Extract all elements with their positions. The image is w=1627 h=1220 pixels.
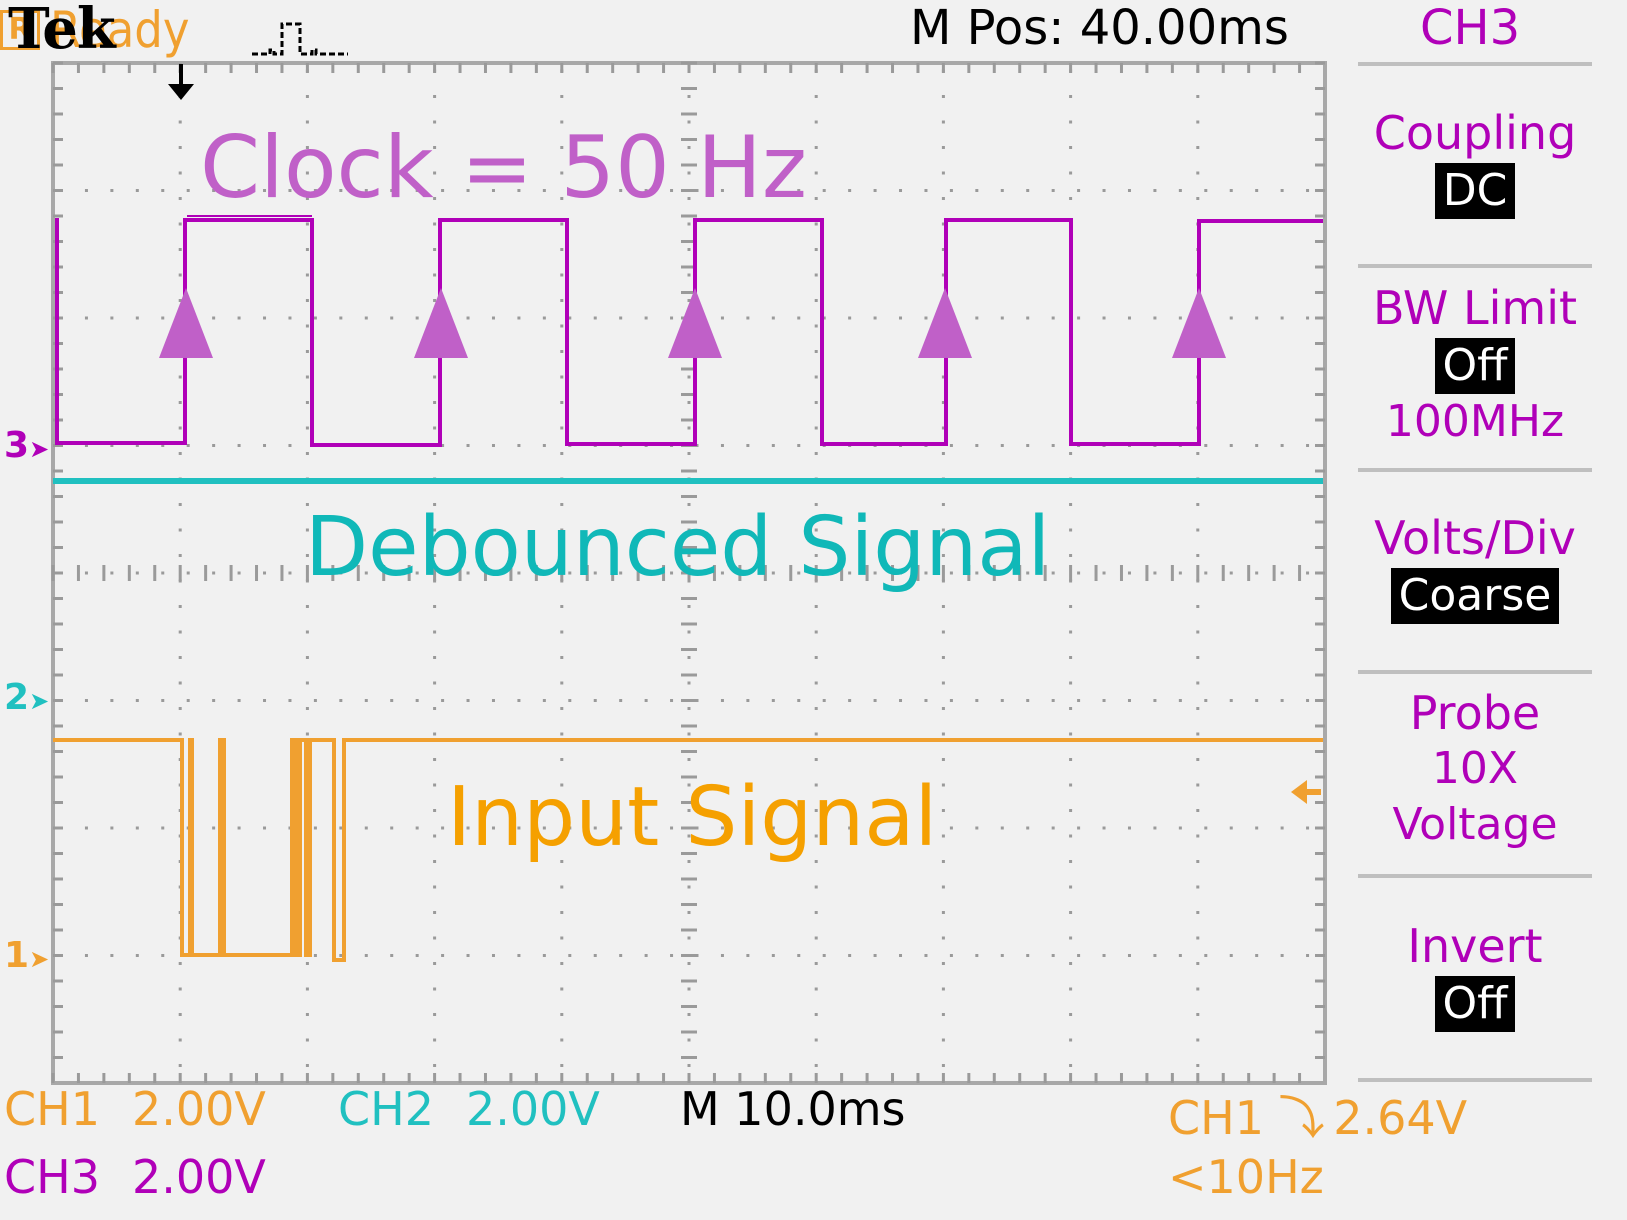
rising-edge-arrow-4 bbox=[918, 288, 972, 358]
menu-separator bbox=[1358, 62, 1592, 66]
menu-title: CH3 bbox=[1420, 0, 1521, 56]
ch3-scale: 2.00V bbox=[131, 1150, 266, 1204]
ch2-readout: CH2 2.00V bbox=[338, 1082, 600, 1136]
menu-invert[interactable]: Invert Off bbox=[1355, 918, 1595, 1032]
volts-div-label: Volts/Div bbox=[1374, 511, 1576, 565]
trigger-frequency: <10Hz bbox=[1168, 1150, 1324, 1204]
menu-probe[interactable]: Probe 10X Voltage bbox=[1355, 685, 1595, 853]
menu-volts-div[interactable]: Volts/Div Coarse bbox=[1355, 510, 1595, 624]
menu-coupling[interactable]: Coupling DC bbox=[1355, 105, 1595, 219]
clock-annotation: Clock = 50 Hz bbox=[200, 118, 807, 218]
ch2-label: CH2 bbox=[338, 1082, 434, 1136]
ch3-readout: CH3 2.00V bbox=[4, 1150, 266, 1204]
trigger-position-arrow bbox=[168, 64, 194, 100]
ch3-ground-marker: 3➤ bbox=[4, 425, 50, 466]
probe-label: Probe bbox=[1409, 686, 1541, 740]
rising-edge-arrow-5 bbox=[1172, 288, 1226, 358]
volts-div-value: Coarse bbox=[1390, 568, 1560, 624]
coupling-value: DC bbox=[1434, 163, 1516, 219]
ch1-ground-marker: 1➤ bbox=[4, 935, 50, 976]
ch1-scale: 2.00V bbox=[131, 1082, 266, 1136]
trigger-readout: CH1 ⤵ 2.64V bbox=[1168, 1082, 1467, 1148]
ch2-ground-marker: 2➤ bbox=[4, 677, 50, 718]
timebase-readout: M 10.0ms bbox=[680, 1082, 906, 1136]
rising-edge-arrow-1 bbox=[159, 288, 213, 358]
ch1-readout: CH1 2.00V bbox=[4, 1082, 266, 1136]
ch1-label: CH1 bbox=[4, 1082, 100, 1136]
bw-limit-label: BW Limit bbox=[1372, 281, 1578, 335]
probe-type: Voltage bbox=[1392, 799, 1558, 850]
rising-edge-arrows bbox=[159, 288, 1226, 358]
ch3-label: CH3 bbox=[4, 1150, 100, 1204]
menu-separator bbox=[1358, 874, 1592, 878]
debounced-annotation: Debounced Signal bbox=[305, 500, 1051, 595]
input-annotation: Input Signal bbox=[447, 770, 938, 865]
coupling-label: Coupling bbox=[1373, 106, 1577, 160]
probe-attenuation: 10X bbox=[1431, 743, 1519, 794]
falling-edge-icon: ⤵ bbox=[1278, 1091, 1325, 1145]
ch3-marker-label: 3 bbox=[4, 425, 30, 466]
bw-limit-sub: 100MHz bbox=[1385, 396, 1565, 447]
trigger-level-arrow bbox=[1291, 780, 1321, 804]
menu-separator bbox=[1358, 670, 1592, 674]
ch1-marker-label: 1 bbox=[4, 935, 30, 976]
ch2-scale: 2.00V bbox=[465, 1082, 600, 1136]
trigger-level: 2.64V bbox=[1333, 1091, 1468, 1145]
rising-edge-arrow-3 bbox=[668, 288, 722, 358]
ch2-marker-label: 2 bbox=[4, 677, 30, 718]
menu-separator bbox=[1358, 468, 1592, 472]
invert-label: Invert bbox=[1407, 919, 1543, 973]
bw-limit-value: Off bbox=[1434, 338, 1516, 394]
menu-separator bbox=[1358, 264, 1592, 268]
menu-bw-limit[interactable]: BW Limit Off 100MHz bbox=[1355, 280, 1595, 450]
invert-value: Off bbox=[1434, 976, 1516, 1032]
trigger-source: CH1 bbox=[1168, 1091, 1264, 1145]
rising-edge-arrow-2 bbox=[414, 288, 468, 358]
